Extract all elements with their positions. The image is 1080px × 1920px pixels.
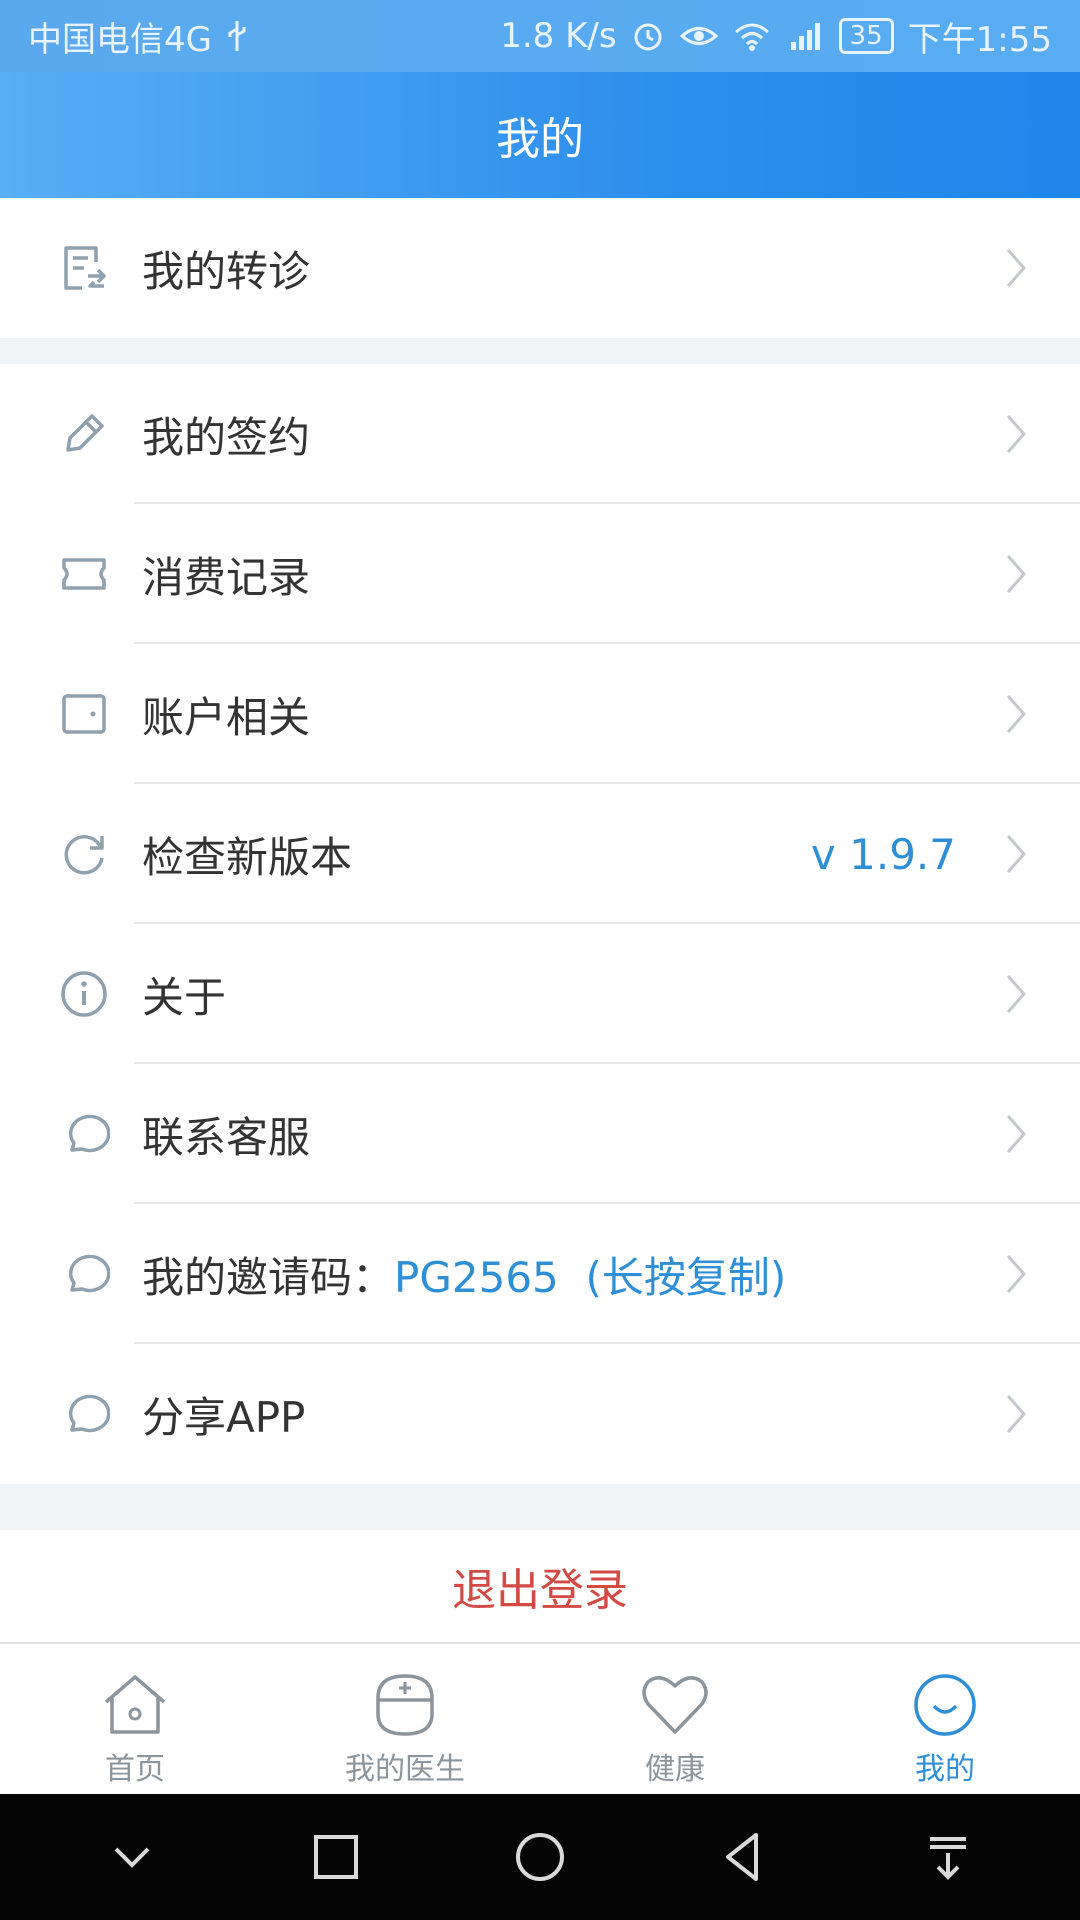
status-bar: 中国电信4G 1.8 K/s 35 下午1:55 <box>0 0 1080 72</box>
chat-icon <box>68 1394 110 1433</box>
info-icon <box>61 971 107 1017</box>
carrier-text: 中国电信4G <box>28 19 212 60</box>
menu-item-about[interactable]: 关于 <box>0 924 1080 1064</box>
page-title: 我的 <box>496 114 584 165</box>
chevron-right-icon <box>1006 1115 1027 1153</box>
ticket-icon <box>62 558 106 590</box>
refresh-icon <box>64 835 104 875</box>
chat-icon <box>68 1114 110 1153</box>
menu-item-consumption-records[interactable]: 消费记录 <box>0 504 1080 644</box>
chevron-right-icon <box>1006 835 1027 873</box>
chevron-right-icon <box>1006 1255 1027 1293</box>
tab-home[interactable]: 首页 <box>0 1644 270 1794</box>
tab-health[interactable]: 健康 <box>540 1644 810 1794</box>
network-speed: 1.8 K/s <box>500 16 617 56</box>
menu-item-share-app[interactable]: 分享APP <box>0 1344 1080 1484</box>
wallet-icon <box>62 694 106 734</box>
settings-list: 我的签约 消费记录 账户相关 检查新版本 v 1.9.7 关于 联系客服 我的邀… <box>0 364 1080 1484</box>
tab-mine[interactable]: 我的 <box>810 1644 1080 1794</box>
menu-item-label: 联系客服 <box>142 1112 311 1162</box>
chevron-right-icon <box>1006 415 1027 453</box>
menu-item-invite-code[interactable]: 我的邀请码：PG2565 (长按复制) <box>0 1204 1080 1344</box>
version-text: v 1.9.7 <box>810 829 956 879</box>
menu-item-label: 我的转诊 <box>142 246 311 296</box>
chevron-right-icon <box>1006 975 1027 1013</box>
recent-apps-icon[interactable] <box>306 1827 366 1887</box>
notification-pull-icon[interactable] <box>918 1827 978 1887</box>
battery-level: 35 <box>838 18 894 54</box>
usb-icon <box>226 19 248 53</box>
menu-item-label: 我的邀请码： <box>142 1252 395 1302</box>
alarm-icon <box>631 19 665 53</box>
logout-label: 退出登录 <box>452 1565 628 1616</box>
chevron-right-icon <box>1006 1395 1027 1433</box>
menu-item-customer-service[interactable]: 联系客服 <box>0 1064 1080 1204</box>
back-icon[interactable] <box>714 1827 774 1887</box>
signal-icon <box>785 20 825 52</box>
chevron-right-icon <box>1006 249 1027 287</box>
menu-item-account[interactable]: 账户相关 <box>0 644 1080 784</box>
menu-item-label: 我的签约 <box>142 412 311 462</box>
smile-icon <box>914 1674 976 1736</box>
menu-item-label: 消费记录 <box>142 552 311 602</box>
tab-label: 我的医生 <box>345 1752 465 1787</box>
chevron-right-icon <box>1006 695 1027 733</box>
menu-item-signing[interactable]: 我的签约 <box>0 364 1080 504</box>
title-bar: 我的 <box>0 72 1080 198</box>
chat-icon <box>68 1254 110 1293</box>
copy-hint: (长按复制) <box>585 1252 787 1302</box>
invite-code-value: PG2565 <box>394 1252 559 1302</box>
tab-label: 我的 <box>915 1752 975 1787</box>
home-circle-icon[interactable] <box>510 1827 570 1887</box>
invite-code-label: 我的邀请码：PG2565 (长按复制) <box>142 1244 786 1305</box>
tab-my-doctor[interactable]: 我的医生 <box>270 1644 540 1794</box>
tab-label: 首页 <box>105 1752 165 1787</box>
referral-section: 我的转诊 <box>0 198 1080 338</box>
tab-label: 健康 <box>645 1752 705 1787</box>
battery-icon: 35 <box>838 18 894 54</box>
referral-icon <box>64 246 106 290</box>
pencil-icon <box>66 414 104 452</box>
home-icon <box>104 1675 166 1734</box>
menu-item-label: 账户相关 <box>142 692 311 742</box>
menu-item-label: 分享APP <box>142 1392 306 1442</box>
eye-icon <box>679 21 719 51</box>
logout-button[interactable]: 退出登录 <box>0 1530 1080 1642</box>
system-nav-bar <box>0 1794 1080 1920</box>
chevron-down-icon[interactable] <box>102 1827 162 1887</box>
menu-item-label: 检查新版本 <box>142 832 353 882</box>
menu-item-check-update[interactable]: 检查新版本 v 1.9.7 <box>0 784 1080 924</box>
doctor-icon <box>376 1674 434 1736</box>
bottom-tab-bar: 首页 我的医生 健康 我的 <box>0 1642 1080 1794</box>
status-time: 下午1:55 <box>907 19 1052 60</box>
wifi-icon <box>733 20 771 52</box>
heart-icon <box>642 1676 708 1734</box>
menu-item-referral[interactable]: 我的转诊 <box>0 198 1080 338</box>
chevron-right-icon <box>1006 555 1027 593</box>
menu-item-label: 关于 <box>142 972 227 1022</box>
